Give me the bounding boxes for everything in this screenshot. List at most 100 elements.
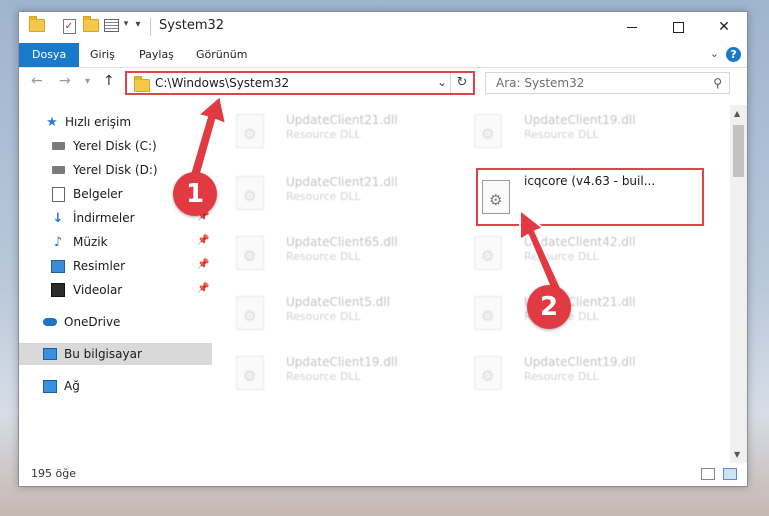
tab-share[interactable]: Paylaş <box>139 43 174 67</box>
sidebar-item-label: Bu bilgisayar <box>64 347 142 361</box>
tab-file[interactable]: Dosya <box>19 43 80 67</box>
up-arrow-icon[interactable]: ↑ <box>103 73 115 89</box>
file-tile-target[interactable]: icqcore (v4.63 - buil... <box>476 168 704 226</box>
status-bar: 195 öğe <box>19 464 747 486</box>
dll-file-icon <box>236 296 264 330</box>
help-icon[interactable]: ? <box>726 47 741 62</box>
ribbon-tabs: Dosya Giriş Paylaş Görünüm ⌄ ? <box>19 43 747 68</box>
file-tile[interactable]: UpdateClient42.dll Resource DLL <box>462 229 692 279</box>
downloads-icon: ↓ <box>52 210 64 226</box>
sidebar-item-label: Müzik <box>73 235 108 249</box>
pin-icon[interactable]: 📌 <box>197 139 209 150</box>
refresh-icon[interactable]: ↻ <box>450 73 473 93</box>
properties-check-icon[interactable]: ✓ <box>61 19 77 34</box>
file-tile[interactable]: UpdateClient21.dll Resource DLL <box>224 107 454 157</box>
navigation-bar: ← → ▾ ↑ C:\Windows\System32 ⌄ ↻ Ara: Sys… <box>19 69 747 99</box>
sidebar-item-label: Belgeler <box>73 187 123 201</box>
file-type: Resource DLL <box>286 128 361 141</box>
address-folder-icon <box>134 76 150 92</box>
file-type: Resource DLL <box>286 370 361 383</box>
scroll-up-arrow-icon[interactable]: ▲ <box>734 109 740 118</box>
sidebar-item-label: OneDrive <box>64 315 121 329</box>
explorer-window: ✓ ▾ ▾ System32 ✕ Dosya Giriş Paylaş Görü… <box>18 11 748 487</box>
sidebar-item-onedrive[interactable]: OneDrive <box>19 311 212 333</box>
file-name: UpdateClient21.dll <box>286 175 398 189</box>
window-title: System32 <box>159 18 225 33</box>
sidebar-item-network[interactable]: Ağ <box>19 375 212 397</box>
maximize-button[interactable] <box>655 12 701 42</box>
back-arrow-icon[interactable]: ← <box>31 73 43 89</box>
search-placeholder: Ara: System32 <box>496 76 585 90</box>
file-type: Resource DLL <box>524 128 599 141</box>
address-bar[interactable]: C:\Windows\System32 ⌄ ↻ <box>125 71 475 95</box>
address-path[interactable]: C:\Windows\System32 <box>155 76 289 90</box>
sidebar-item-label: Ağ <box>64 379 80 393</box>
file-tile[interactable]: UpdateClient21.dll Resource DLL <box>224 169 454 219</box>
tab-view[interactable]: Görünüm <box>196 43 247 67</box>
details-view-icon[interactable] <box>701 468 715 480</box>
dll-file-icon <box>474 236 502 270</box>
scrollbar-thumb[interactable] <box>733 125 744 177</box>
dll-file-icon <box>236 236 264 270</box>
search-box[interactable]: Ara: System32 ⚲ <box>485 72 730 94</box>
navigation-pane: ★ Hızlı erişim Yerel Disk (C:) 📌 Yerel D… <box>19 105 214 465</box>
dll-file-icon <box>236 176 264 210</box>
documents-icon <box>51 186 65 202</box>
dll-file-icon <box>482 180 510 214</box>
file-tile[interactable]: UpdateClient5.dll Resource DLL <box>224 289 454 339</box>
sidebar-item-videos[interactable]: Videolar 📌 <box>19 279 212 301</box>
close-button[interactable]: ✕ <box>701 12 747 42</box>
file-name: UpdateClient21.dll <box>286 113 398 127</box>
sidebar-item-disk-c[interactable]: Yerel Disk (C:) 📌 <box>19 135 212 157</box>
file-type: Resource DLL <box>286 310 361 323</box>
forward-arrow-icon[interactable]: → <box>59 73 71 89</box>
file-tile[interactable]: UpdateClient19.dll Resource DLL <box>462 349 692 399</box>
pin-icon[interactable]: 📌 <box>197 259 209 270</box>
vertical-scrollbar[interactable]: ▲ ▼ <box>730 105 747 463</box>
scroll-down-arrow-icon[interactable]: ▼ <box>734 450 740 459</box>
file-tile[interactable]: UpdateClient19.dll Resource DLL <box>462 107 692 157</box>
sidebar-item-label: Resimler <box>73 259 126 273</box>
pin-icon[interactable]: 📌 <box>197 283 209 294</box>
file-tile[interactable]: UpdateClient65.dll Resource DLL <box>224 229 454 279</box>
sidebar-item-music[interactable]: ♪ Müzik 📌 <box>19 231 212 253</box>
minimize-button[interactable] <box>609 12 655 42</box>
drive-icon <box>51 163 65 177</box>
sidebar-item-pictures[interactable]: Resimler 📌 <box>19 255 212 277</box>
star-icon: ★ <box>46 114 58 130</box>
dll-file-icon <box>236 114 264 148</box>
file-tile[interactable]: UpdateClient21.dll Resource DLL <box>462 289 692 339</box>
tiles-view-icon[interactable] <box>723 468 737 480</box>
step-2-badge: 2 <box>527 285 571 329</box>
item-count: 195 öğe <box>31 467 76 480</box>
search-icon[interactable]: ⚲ <box>713 76 722 90</box>
address-dropdown-icon[interactable]: ⌄ <box>437 75 447 89</box>
qa-dropdown-icon[interactable]: ▾ <box>133 19 143 30</box>
file-name: UpdateClient65.dll <box>286 235 398 249</box>
tab-home[interactable]: Giriş <box>90 43 115 67</box>
new-folder-icon[interactable] <box>83 16 99 32</box>
sidebar-item-label: Yerel Disk (D:) <box>73 163 158 177</box>
dll-file-icon <box>474 114 502 148</box>
music-icon: ♪ <box>53 234 63 250</box>
sidebar-item-label: Yerel Disk (C:) <box>73 139 157 153</box>
file-list: UpdateClient21.dll Resource DLL UpdateCl… <box>224 105 729 460</box>
file-name: UpdateClient19.dll <box>524 355 636 369</box>
expand-ribbon-chevron-icon[interactable]: ⌄ <box>710 47 719 60</box>
recent-locations-chevron-icon[interactable]: ▾ <box>85 76 90 87</box>
sidebar-item-label: Hızlı erişim <box>65 115 132 129</box>
file-name: icqcore (v4.63 - buil... <box>524 174 656 188</box>
file-name: UpdateClient5.dll <box>286 295 390 309</box>
sidebar-item-quick-access[interactable]: ★ Hızlı erişim <box>19 111 212 133</box>
file-name: UpdateClient42.dll <box>524 235 636 249</box>
file-tile[interactable]: UpdateClient19.dll Resource DLL <box>224 349 454 399</box>
dll-file-icon <box>474 356 502 390</box>
customize-qa-chevron-icon[interactable]: ▾ <box>121 19 131 29</box>
drive-icon <box>51 139 65 153</box>
videos-icon <box>51 283 65 297</box>
sidebar-item-this-pc[interactable]: Bu bilgisayar <box>19 343 212 365</box>
dll-file-icon <box>236 356 264 390</box>
view-props-icon[interactable] <box>103 19 119 32</box>
pin-icon[interactable]: 📌 <box>197 235 209 246</box>
file-type: Resource DLL <box>286 250 361 263</box>
